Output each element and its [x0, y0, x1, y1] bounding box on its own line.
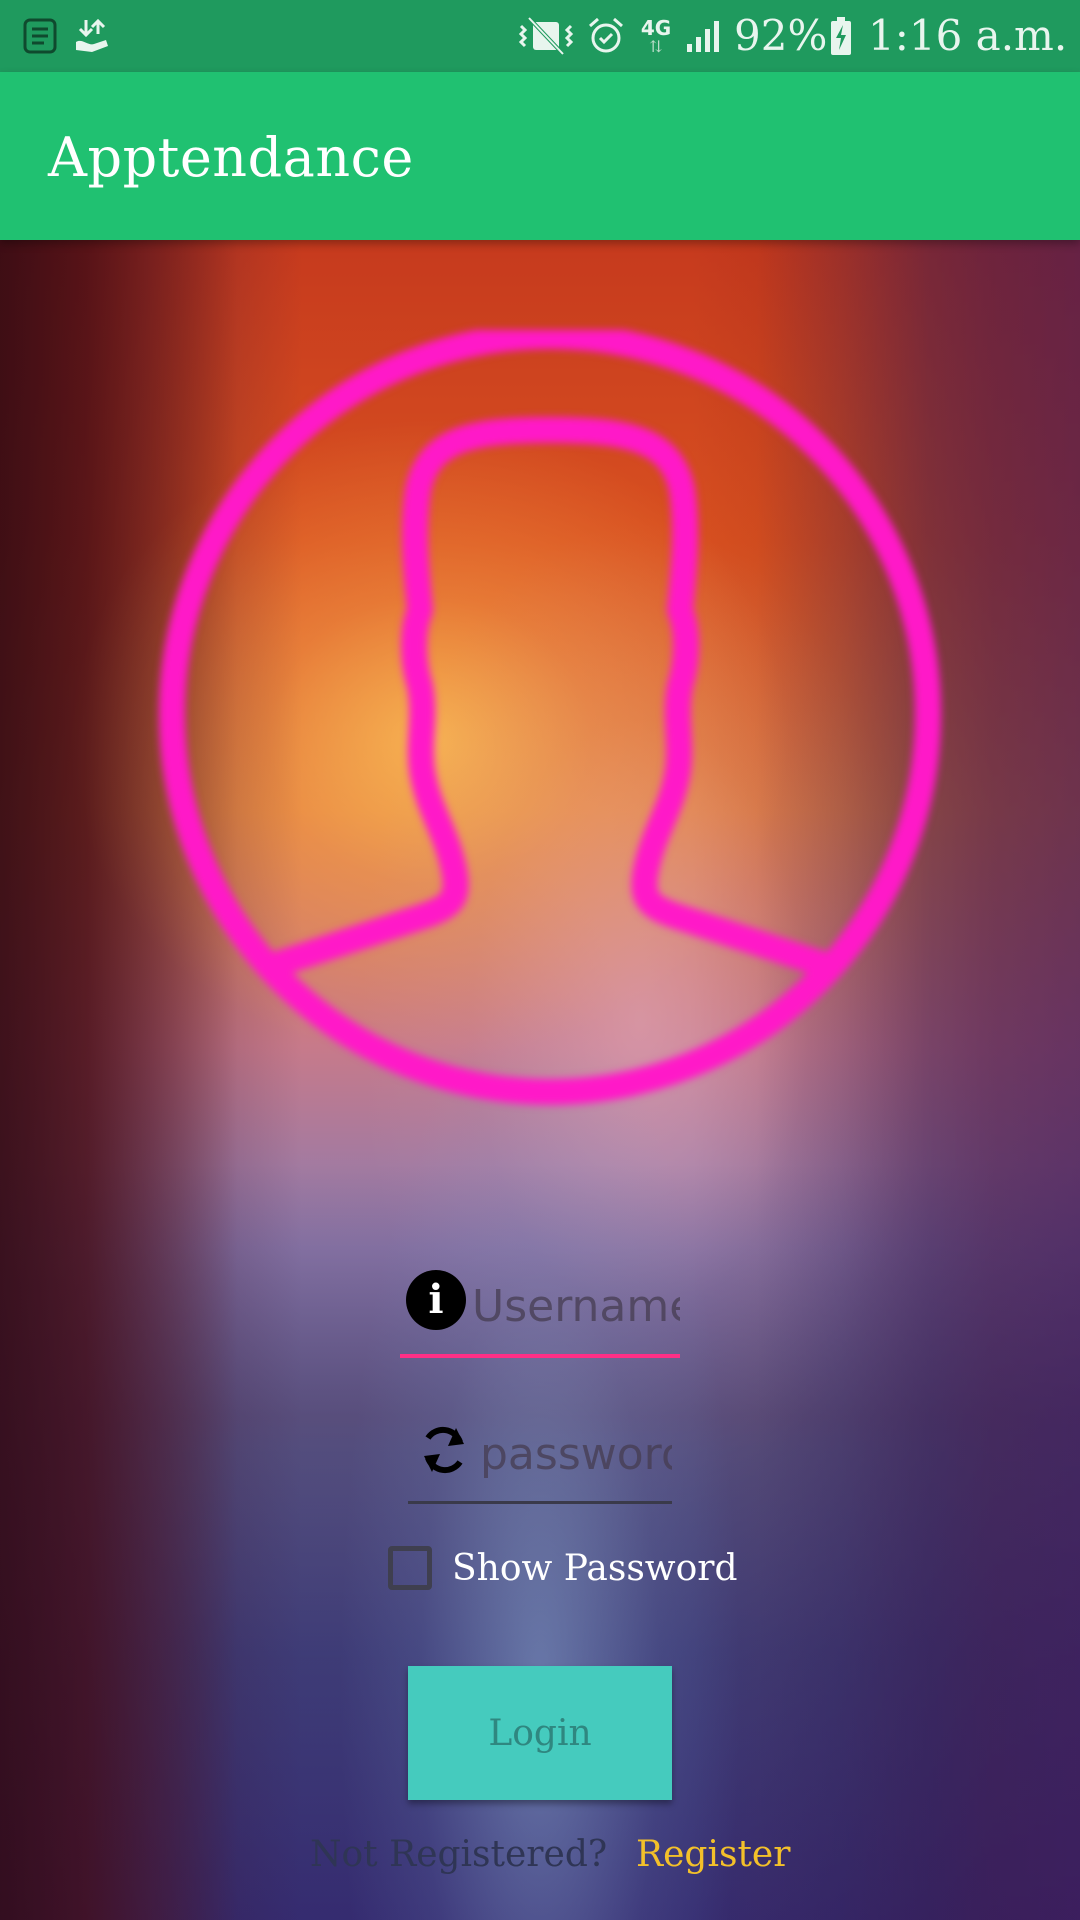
- show-password-label: Show Password: [452, 1547, 738, 1589]
- password-input[interactable]: [480, 1412, 672, 1496]
- status-bar: 4G ⇅ 92% 1:16 a.m.: [0, 0, 1080, 72]
- username-field: i: [400, 1266, 680, 1358]
- username-input[interactable]: [472, 1266, 680, 1346]
- not-registered-text: Not Registered?: [310, 1834, 608, 1875]
- network-type-label: 4G: [640, 16, 672, 40]
- login-button[interactable]: Login: [408, 1666, 672, 1800]
- password-field: [408, 1412, 672, 1504]
- notes-icon: [18, 14, 62, 58]
- battery-percent: 92%: [734, 11, 828, 60]
- app-title: Apptendance: [48, 126, 414, 189]
- login-screen: 4G ⇅ 92% 1:16 a.m. Apptendance i Usernam…: [0, 0, 1080, 1920]
- refresh-icon: [424, 1426, 464, 1474]
- signal-icon: [684, 14, 724, 58]
- info-icon: i: [406, 1270, 466, 1330]
- battery-charging-icon: [828, 14, 854, 58]
- alarm-icon: [584, 14, 628, 58]
- app-bar: Apptendance: [0, 72, 1080, 240]
- show-password-checkbox[interactable]: Show Password: [388, 1540, 738, 1596]
- network-4g-icon: 4G ⇅: [640, 16, 672, 56]
- user-avatar-icon: [159, 330, 941, 1105]
- clock: 1:16 a.m.: [868, 11, 1068, 60]
- vibrate-icon: [516, 14, 576, 58]
- username-underline: [400, 1354, 680, 1358]
- checkbox-box[interactable]: [388, 1546, 432, 1590]
- download-icon: [70, 14, 114, 58]
- password-underline: [408, 1501, 672, 1504]
- register-link[interactable]: Register: [636, 1834, 790, 1875]
